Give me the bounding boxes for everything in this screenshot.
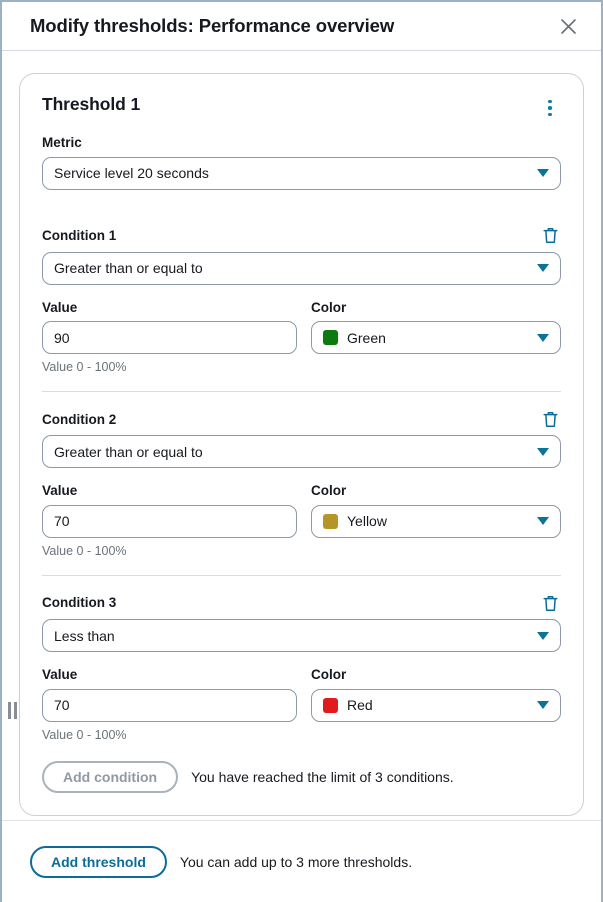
condition-divider	[42, 391, 561, 393]
panel-resize-handle[interactable]	[4, 697, 20, 723]
value-helper-text: Value 0 - 100%	[42, 727, 127, 742]
color-label: Color	[311, 299, 347, 315]
color-label: Color	[311, 483, 347, 499]
threshold-options-button[interactable]	[539, 96, 561, 120]
value-input[interactable]: 70	[42, 688, 297, 722]
modify-thresholds-panel: Modify thresholds: Performance overview …	[0, 0, 603, 902]
condition-label: Condition 2	[42, 411, 117, 427]
chevron-down-icon	[537, 701, 549, 710]
threshold-card-header: Threshold 1	[42, 94, 561, 120]
value-label: Value	[42, 299, 78, 315]
add-condition-note: You have reached the limit of 3 conditio…	[191, 768, 454, 785]
condition-header: Condition 3	[42, 592, 561, 614]
color-swatch-icon	[323, 513, 338, 529]
chevron-down-icon	[537, 333, 549, 342]
add-condition-row: Add condition You have reached the limit…	[42, 760, 561, 793]
delete-condition-button[interactable]	[539, 408, 561, 430]
close-button[interactable]	[553, 11, 583, 41]
condition-operator-select[interactable]: Greater than or equal to	[42, 435, 561, 469]
value-label: Value	[42, 483, 78, 499]
value-input[interactable]: 90	[42, 321, 297, 355]
close-icon	[560, 18, 576, 34]
threshold-title: Threshold 1	[42, 94, 141, 114]
page-title: Modify thresholds: Performance overview	[30, 15, 395, 36]
condition-header: Condition 1	[42, 225, 561, 247]
drag-handle-icon	[7, 701, 11, 719]
chevron-down-icon	[537, 447, 549, 456]
condition-block: Condition 2 Greater than or equal to Val…	[42, 408, 561, 559]
value-input-text: 70	[54, 697, 70, 714]
add-threshold-row: Add threshold You can add up to 3 more t…	[30, 845, 413, 878]
panel-header: Modify thresholds: Performance overview	[2, 2, 601, 51]
metric-select-value: Service level 20 seconds	[54, 165, 209, 182]
color-group: Color Yellow	[311, 482, 561, 559]
panel-footer: Add threshold You can add up to 3 more t…	[2, 820, 601, 902]
delete-condition-button[interactable]	[539, 225, 561, 247]
color-select-value: Red	[347, 697, 373, 714]
value-color-row: Value 70 Value 0 - 100% Color Yellow	[42, 482, 561, 559]
color-select[interactable]: Yellow	[311, 504, 561, 538]
color-select-value: Green	[347, 329, 386, 346]
add-condition-button[interactable]: Add condition	[42, 760, 179, 793]
delete-condition-button[interactable]	[539, 592, 561, 614]
color-group: Color Red	[311, 666, 561, 743]
color-swatch-icon	[323, 697, 338, 713]
color-select-value: Yellow	[347, 513, 387, 530]
chevron-down-icon	[537, 264, 549, 273]
panel-body: Threshold 1 Metric Service level 20 seco…	[2, 51, 601, 820]
metric-select[interactable]: Service level 20 seconds	[42, 156, 561, 190]
kebab-menu-icon	[548, 99, 552, 104]
color-swatch-icon	[323, 330, 338, 346]
condition-divider	[42, 575, 561, 577]
value-helper-text: Value 0 - 100%	[42, 360, 127, 375]
condition-header: Condition 2	[42, 408, 561, 430]
add-threshold-button[interactable]: Add threshold	[30, 845, 167, 878]
value-helper-text: Value 0 - 100%	[42, 543, 127, 558]
condition-operator-value: Less than	[54, 627, 115, 644]
metric-group: Metric Service level 20 seconds	[42, 134, 561, 190]
value-label: Value	[42, 667, 78, 683]
value-group: Value 90 Value 0 - 100%	[42, 299, 297, 376]
trash-icon	[542, 411, 558, 427]
kebab-menu-icon	[548, 112, 552, 117]
add-threshold-note: You can add up to 3 more thresholds.	[179, 853, 413, 870]
chevron-down-icon	[537, 169, 549, 178]
kebab-menu-icon	[548, 106, 552, 110]
condition-operator-value: Greater than or equal to	[54, 260, 203, 277]
value-group: Value 70 Value 0 - 100%	[42, 482, 297, 559]
condition-label: Condition 3	[42, 595, 117, 611]
condition-operator-select[interactable]: Less than	[42, 619, 561, 653]
drag-handle-icon	[13, 701, 17, 719]
value-input[interactable]: 70	[42, 504, 297, 538]
divider	[42, 208, 561, 209]
condition-operator-select[interactable]: Greater than or equal to	[42, 251, 561, 285]
condition-block: Condition 1 Greater than or equal to Val…	[42, 225, 561, 376]
color-group: Color Green	[311, 299, 561, 376]
value-group: Value 70 Value 0 - 100%	[42, 666, 297, 743]
color-select[interactable]: Green	[311, 321, 561, 355]
condition-label: Condition 1	[42, 227, 117, 243]
chevron-down-icon	[537, 517, 549, 526]
value-color-row: Value 90 Value 0 - 100% Color Green	[42, 299, 561, 376]
color-select[interactable]: Red	[311, 688, 561, 722]
metric-label: Metric	[42, 135, 82, 150]
threshold-card: Threshold 1 Metric Service level 20 seco…	[19, 73, 584, 816]
condition-operator-value: Greater than or equal to	[54, 443, 203, 460]
value-color-row: Value 70 Value 0 - 100% Color Red	[42, 666, 561, 743]
color-label: Color	[311, 667, 347, 683]
value-input-text: 90	[54, 329, 70, 346]
trash-icon	[542, 228, 558, 243]
value-input-text: 70	[54, 513, 70, 530]
condition-block: Condition 3 Less than Value 70 Value 0 -…	[42, 592, 561, 743]
chevron-down-icon	[537, 631, 549, 640]
trash-icon	[542, 595, 558, 611]
